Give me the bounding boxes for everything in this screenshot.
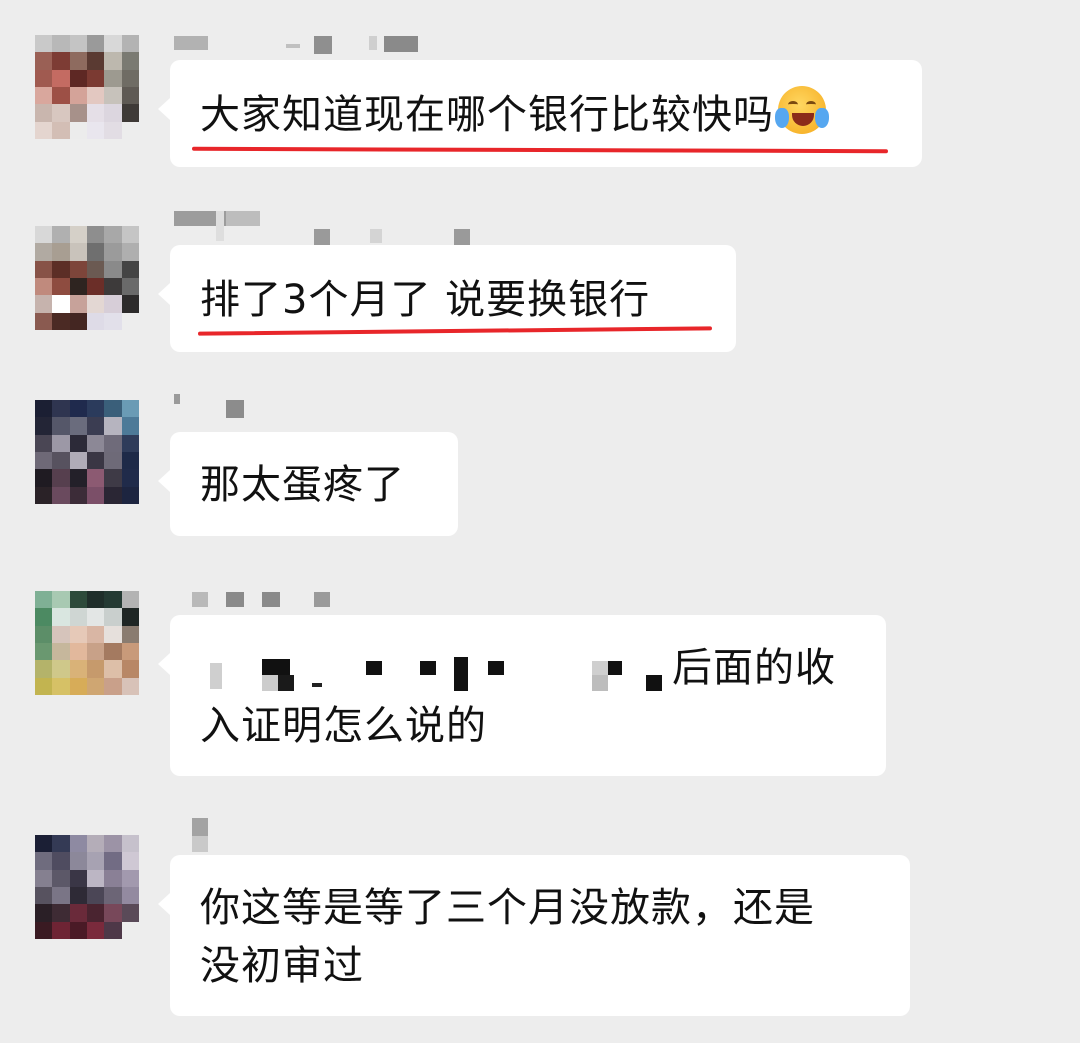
message-text-line: 入证明怎么说的	[200, 703, 487, 749]
laughing-crying-emoji-icon	[775, 86, 829, 134]
message-text: 大家知道现在哪个银行比较快吗	[200, 86, 892, 144]
message-text-line: 后面的收	[200, 639, 856, 697]
avatar[interactable]	[35, 35, 139, 139]
message-text: 那太蛋疼了	[200, 462, 405, 508]
message-text-line: 你这等是等了三个月没放款，还是	[200, 885, 815, 931]
message-bubble[interactable]: 排了3个月了 说要换银行	[158, 245, 736, 352]
message-text-line: 没初审过	[200, 943, 364, 989]
message-bubble[interactable]: 那太蛋疼了	[158, 432, 458, 536]
message-text: 排了3个月了 说要换银行	[200, 277, 651, 323]
message-bubble[interactable]: 你这等是等了三个月没放款，还是 没初审过	[158, 855, 910, 1016]
avatar[interactable]	[35, 226, 139, 330]
red-underline	[191, 146, 889, 154]
redacted-text	[200, 639, 672, 697]
message-bubble[interactable]: 大家知道现在哪个银行比较快吗	[158, 60, 922, 167]
avatar[interactable]	[35, 400, 139, 504]
chat-screen: { "messages": [ { "lines": ["大家知道现在哪个银行比…	[0, 0, 1080, 1043]
message-bubble[interactable]: 后面的收 入证明怎么说的	[158, 615, 886, 776]
avatar[interactable]	[35, 835, 139, 939]
avatar[interactable]	[35, 591, 139, 695]
